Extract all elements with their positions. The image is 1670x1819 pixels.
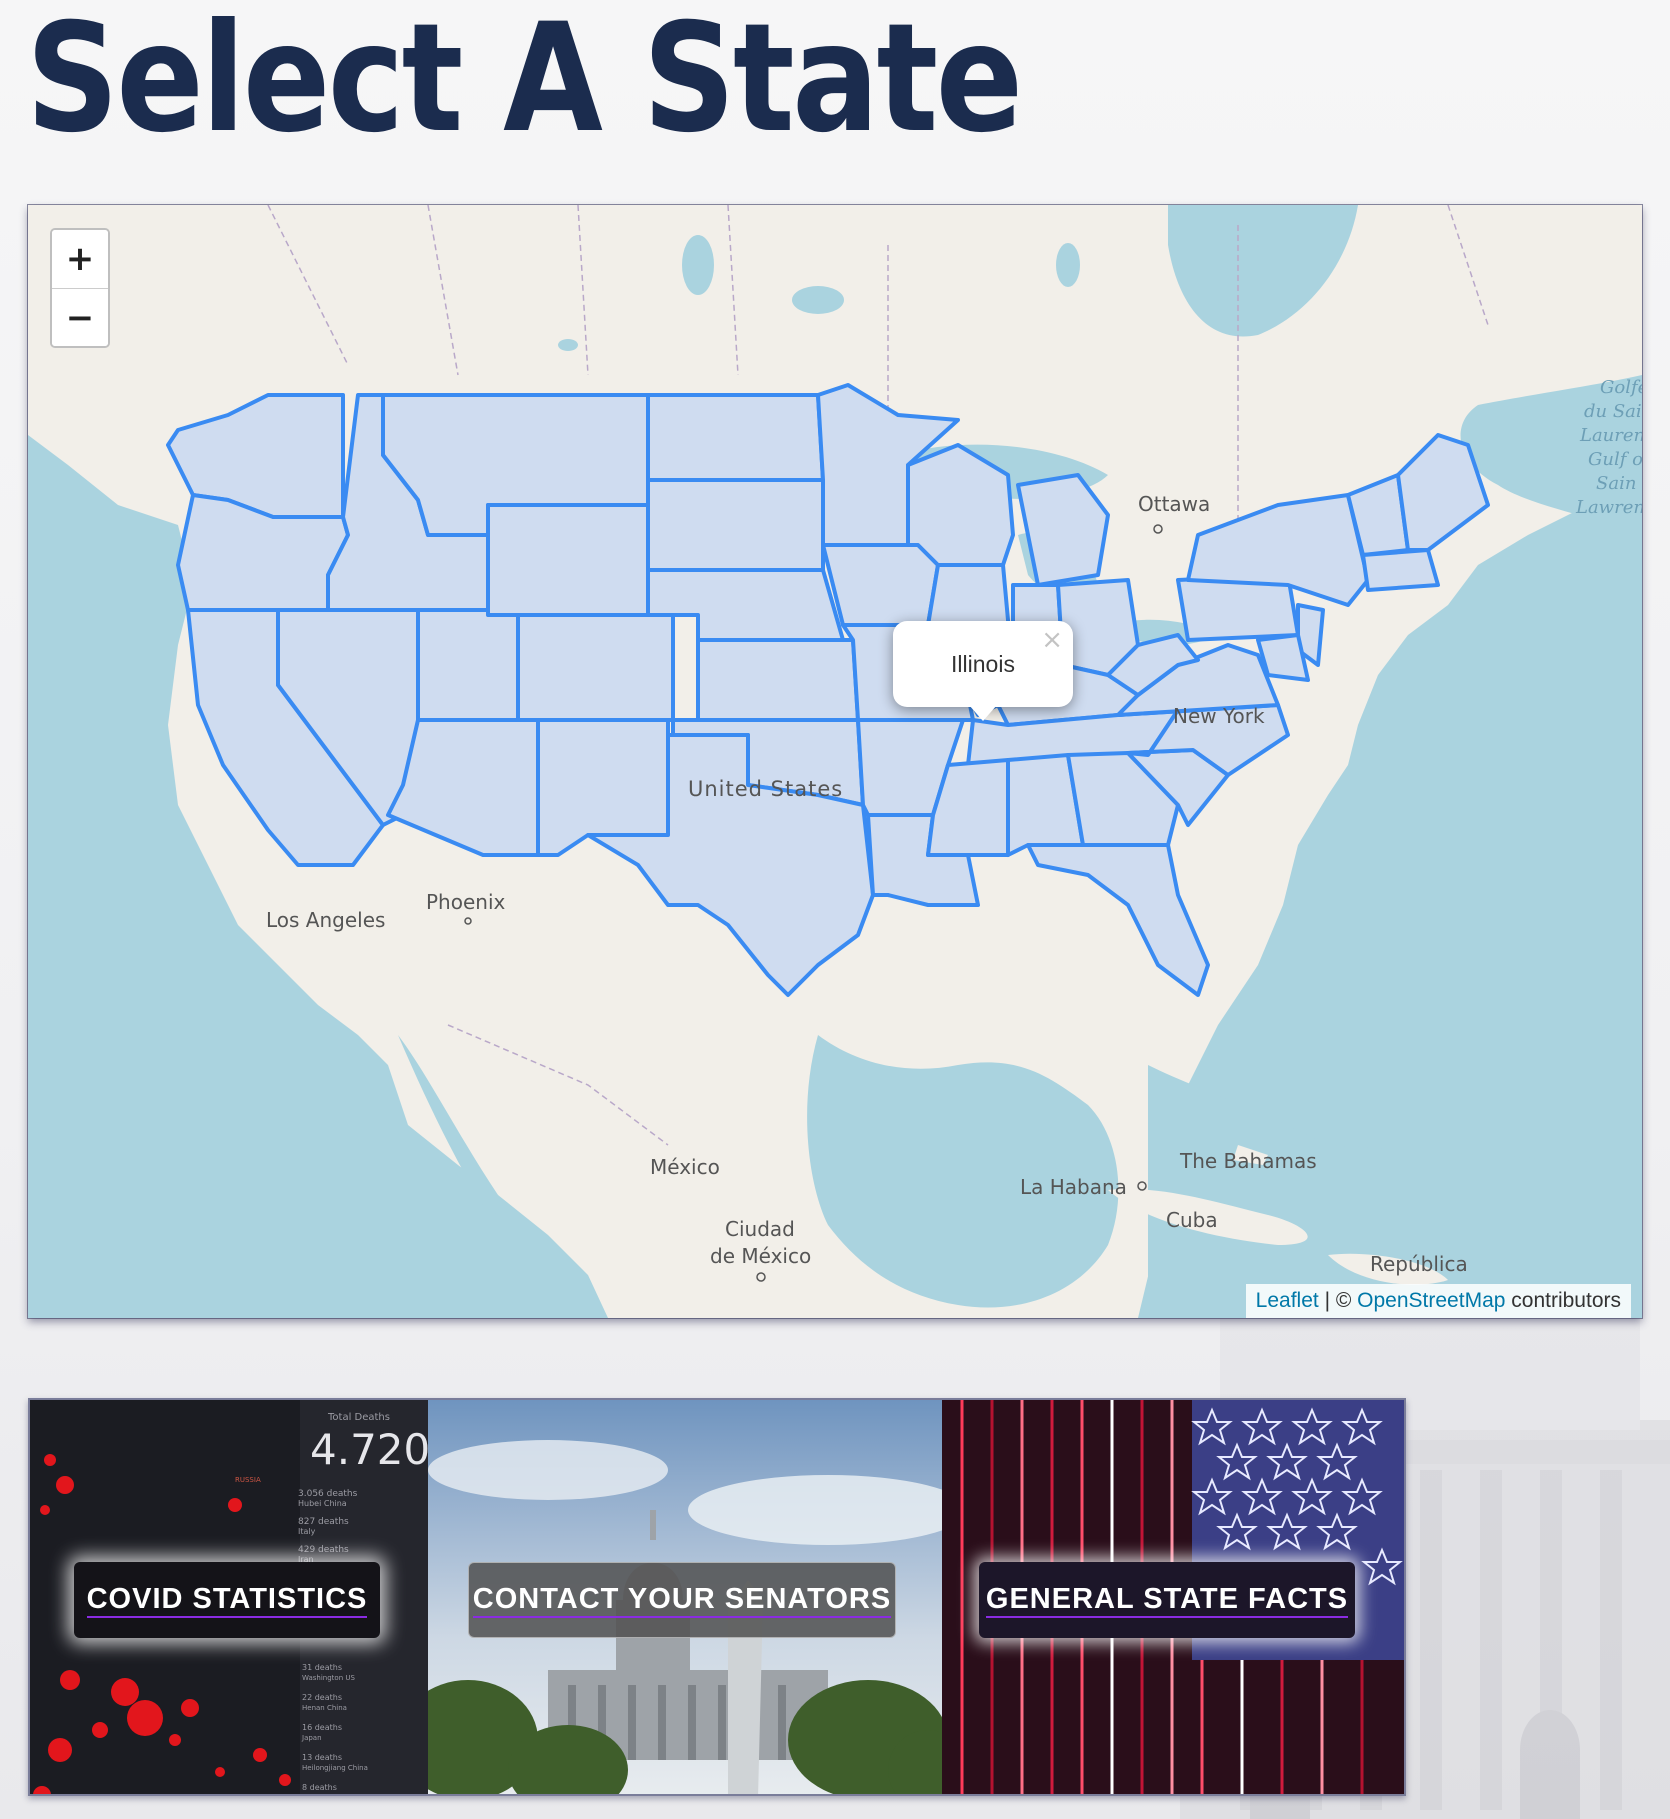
- state-south-dakota: [646, 478, 825, 572]
- covid-row-2-place: Italy: [298, 1527, 316, 1536]
- leaflet-link[interactable]: Leaflet: [1256, 1289, 1319, 1312]
- state-facts-button[interactable]: GENERAL STATE FACTS: [979, 1562, 1355, 1638]
- state-facts-label: GENERAL STATE FACTS: [985, 1583, 1349, 1618]
- state-utah: [416, 608, 520, 722]
- label-ciudad: Ciudad: [725, 1217, 795, 1241]
- covid-row-6-value: 16 deaths: [302, 1723, 342, 1732]
- covid-row-5-value: 22 deaths: [302, 1693, 342, 1702]
- covid-row-8-value: 8 deaths: [302, 1783, 337, 1792]
- popup-tip: [969, 705, 997, 721]
- covid-row-2-value: 827 deaths: [298, 1517, 349, 1527]
- covid-row-6-place: Japan: [301, 1734, 322, 1742]
- state-maryland-delaware: [1256, 633, 1310, 682]
- state-colorado: [516, 613, 675, 722]
- state-iowa: [821, 543, 940, 627]
- state-popup: × Illinois: [893, 621, 1073, 721]
- covid-row-4-place: Washington US: [302, 1674, 355, 1682]
- state-kansas: [696, 638, 860, 722]
- state-massachusetts-ct-ri: [1361, 548, 1440, 592]
- covid-statistics-button[interactable]: COVID STATISTICS: [74, 1562, 380, 1638]
- card-state-facts[interactable]: GENERAL STATE FACTS: [942, 1400, 1404, 1794]
- contact-senators-label: CONTACT YOUR SENATORS: [472, 1583, 892, 1618]
- zoom-in-button[interactable]: +: [52, 230, 108, 288]
- attribution-suffix: contributors: [1505, 1289, 1621, 1312]
- label-cuba: Cuba: [1166, 1208, 1218, 1232]
- label-mexico: México: [650, 1155, 720, 1179]
- covid-total-heading: Total Deaths: [327, 1412, 390, 1423]
- card-covid[interactable]: Total Deaths 4.720 RUSSIA 3.056 deaths H…: [30, 1400, 428, 1794]
- covid-row-7-place: Heilongjiang China: [302, 1764, 368, 1772]
- page-title: Select A State: [26, 0, 1023, 166]
- covid-row-4-value: 31 deaths: [302, 1663, 342, 1672]
- label-united-states: United States: [688, 777, 843, 801]
- contact-senators-button[interactable]: CONTACT YOUR SENATORS: [468, 1562, 896, 1638]
- label-los-angeles: Los Angeles: [266, 908, 385, 932]
- covid-row-3-value: 429 deaths: [298, 1545, 349, 1555]
- label-golfe-4: Gulf o: [1588, 449, 1642, 470]
- covid-row-7-value: 13 deaths: [302, 1753, 342, 1762]
- zoom-out-button[interactable]: −: [52, 288, 108, 346]
- label-golfe-2: du Sai: [1584, 401, 1642, 422]
- attribution-separator: | ©: [1318, 1289, 1358, 1312]
- nav-cards: Total Deaths 4.720 RUSSIA 3.056 deaths H…: [28, 1398, 1406, 1796]
- state-map[interactable]: Ottawa New York United States Phoenix Lo…: [28, 205, 1642, 1318]
- label-golfe-6: Lawren: [1575, 497, 1642, 518]
- covid-row-1-value: 3.056 deaths: [298, 1489, 358, 1499]
- label-phoenix: Phoenix: [426, 890, 506, 914]
- covid-total-value: 4.720: [310, 1425, 428, 1474]
- map-attribution: Leaflet | © OpenStreetMap contributors: [1245, 1284, 1631, 1318]
- label-republica: República: [1370, 1252, 1468, 1276]
- map-tiles[interactable]: Ottawa New York United States Phoenix Lo…: [28, 205, 1642, 1318]
- covid-row-1-place: Hubei China: [298, 1499, 347, 1508]
- label-bahamas: The Bahamas: [1179, 1149, 1317, 1173]
- openstreetmap-link[interactable]: OpenStreetMap: [1357, 1289, 1505, 1312]
- card-senators[interactable]: CONTACT YOUR SENATORS: [428, 1400, 942, 1794]
- label-golfe-3: Lauren: [1579, 425, 1642, 446]
- label-ciudad-2: de México: [710, 1244, 811, 1268]
- covid-statistics-label: COVID STATISTICS: [86, 1583, 368, 1618]
- covid-row-5-place: Henan China: [302, 1704, 347, 1712]
- label-la-habana: La Habana: [1020, 1175, 1127, 1199]
- zoom-control: + −: [50, 228, 110, 348]
- label-golfe-5: Sain: [1596, 473, 1636, 494]
- state-wyoming: [486, 503, 650, 617]
- covid-region-label: RUSSIA: [235, 1476, 261, 1484]
- label-ottawa: Ottawa: [1138, 492, 1210, 516]
- popup-state-name: Illinois: [951, 651, 1015, 677]
- label-golfe-1: Golfe: [1600, 377, 1642, 398]
- label-new-york: New York: [1173, 704, 1265, 728]
- state-north-dakota: [646, 393, 825, 482]
